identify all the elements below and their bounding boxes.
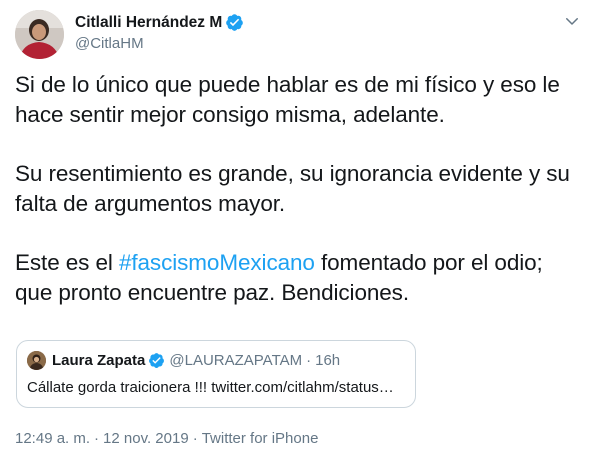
author-name-text[interactable]: Citlalli Hernández M bbox=[75, 14, 222, 32]
quoted-separator: · bbox=[306, 352, 312, 369]
author-name[interactable]: Citlalli Hernández M bbox=[75, 13, 244, 32]
verified-badge-icon bbox=[149, 353, 165, 368]
chevron-down-icon[interactable] bbox=[563, 12, 581, 30]
tweet-paragraph-2: Su resentimiento es grande, su ignoranci… bbox=[15, 161, 570, 216]
quoted-author-handle: @LAURAZAPATAM bbox=[169, 352, 303, 369]
tweet-text-prefix: Este es el bbox=[15, 250, 119, 275]
quoted-author-avatar bbox=[27, 351, 46, 370]
quoted-tweet-header: Laura Zapata @LAURAZAPATAM · 16h bbox=[52, 352, 340, 369]
quoted-timestamp: 16h bbox=[315, 352, 341, 369]
meta-separator: · bbox=[94, 430, 100, 447]
verified-badge-icon bbox=[226, 14, 244, 31]
tweet-body: Si de lo único que puede hablar es de mi… bbox=[15, 70, 585, 337]
tweet-card: Citlalli Hernández M @CitlaHM Si de lo ú… bbox=[0, 0, 597, 463]
hashtag-link[interactable]: #fascismoMexicano bbox=[119, 250, 315, 275]
tweet-metadata: 12:49 a. m. · 12 nov. 2019 · Twitter for iPh… bbox=[15, 430, 318, 447]
quoted-author-name: Laura Zapata bbox=[52, 352, 146, 369]
quoted-tweet-text: Cállate gorda traicionera !!! twitter.co… bbox=[27, 379, 394, 396]
tweet-paragraph-3: Este es el #fascismoMexicano fomentado p… bbox=[15, 248, 585, 308]
tweet-date[interactable]: 12 nov. 2019 bbox=[103, 430, 189, 447]
quoted-tweet[interactable]: Laura Zapata @LAURAZAPATAM · 16h Cállate… bbox=[16, 340, 416, 408]
author-handle[interactable]: @CitlaHM bbox=[75, 35, 144, 52]
tweet-paragraph-1: Si de lo único que puede hablar es de mi… bbox=[15, 72, 560, 127]
tweet-time[interactable]: 12:49 a. m. bbox=[15, 430, 90, 447]
author-avatar[interactable] bbox=[15, 10, 64, 59]
meta-separator: · bbox=[192, 430, 198, 447]
tweet-source[interactable]: Twitter for iPhone bbox=[202, 430, 319, 447]
